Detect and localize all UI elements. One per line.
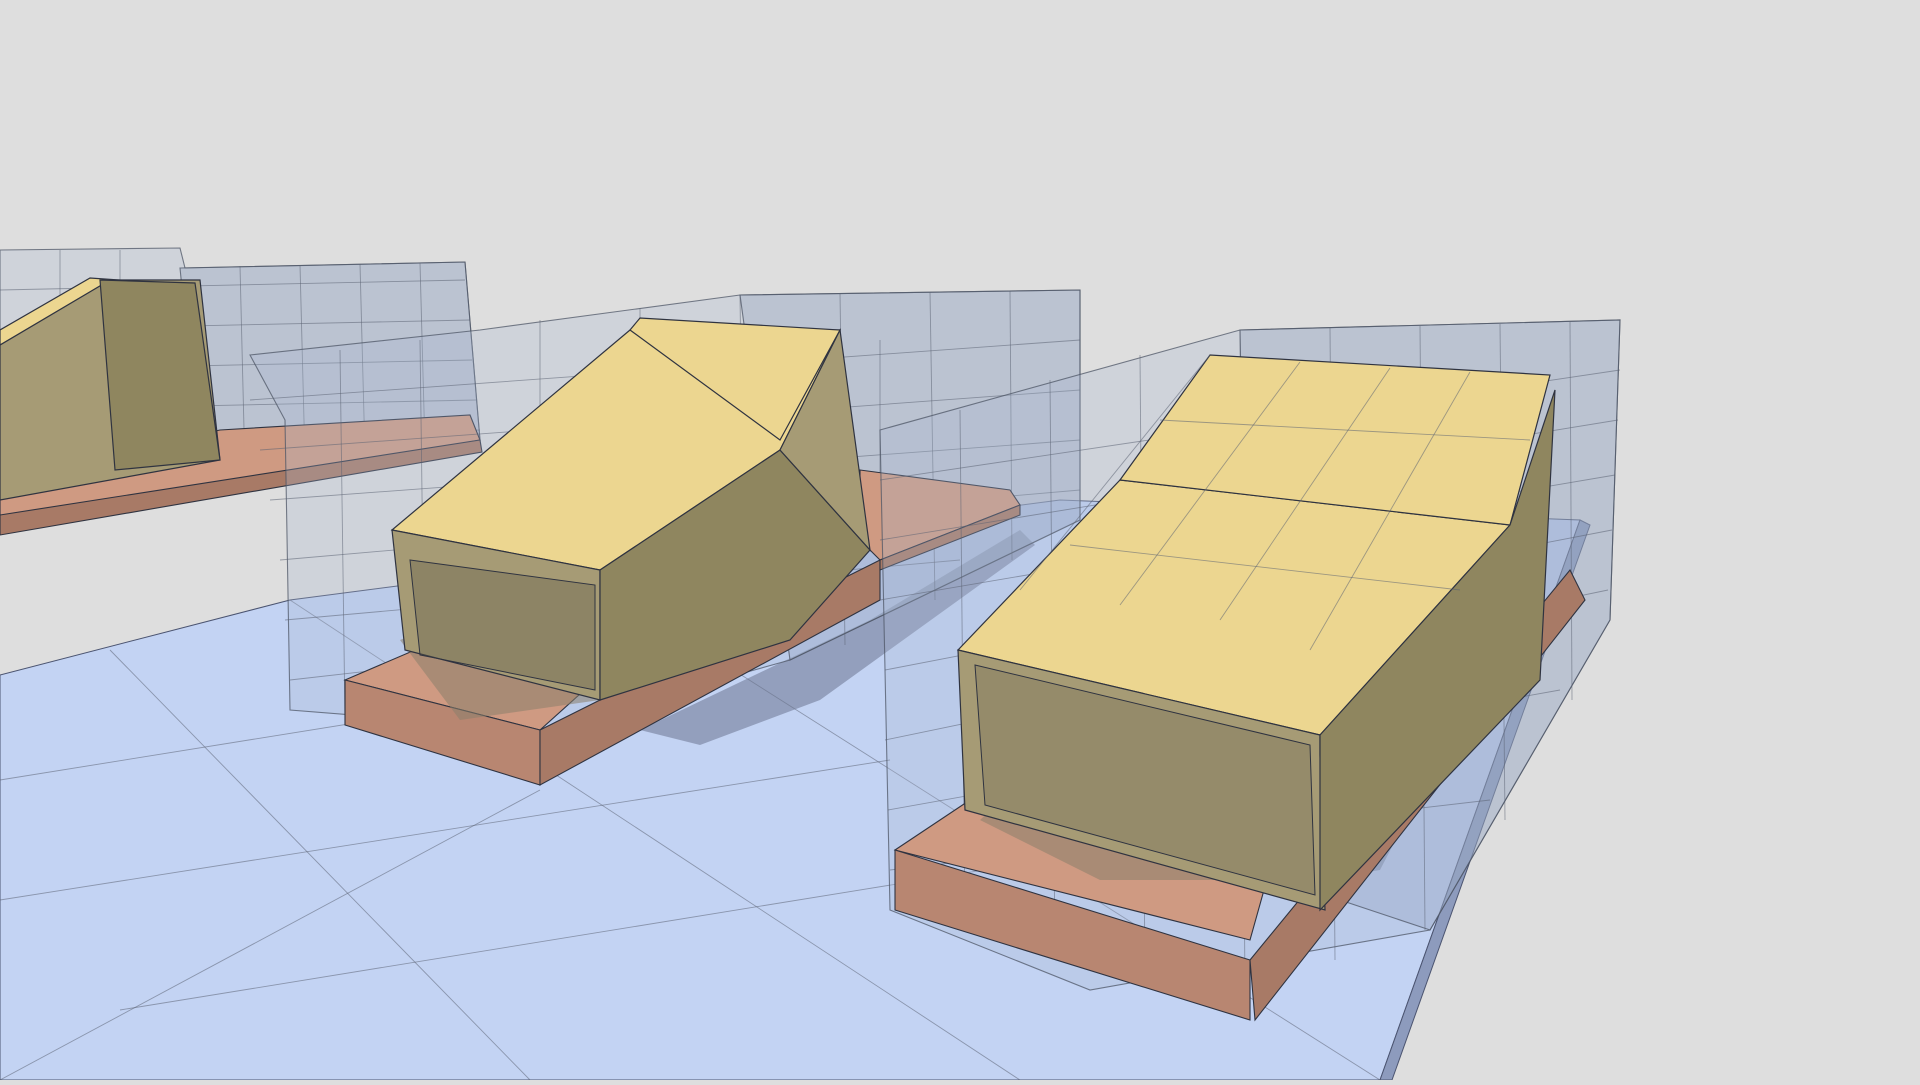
scene-canvas — [0, 247, 1621, 1081]
module-3[interactable] — [879, 319, 1621, 1022]
3d-viewport[interactable] — [0, 0, 1920, 1081]
